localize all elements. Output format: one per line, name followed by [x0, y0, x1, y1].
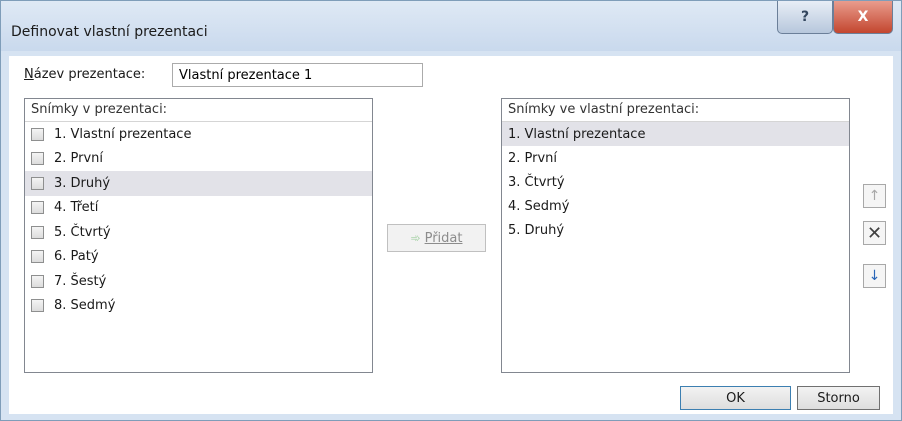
ok-button[interactable]: OK	[680, 386, 791, 410]
list-item[interactable]: 3. Čtvrtý	[502, 170, 849, 194]
slides-in-custom-show-list[interactable]: Snímky ve vlastní prezentaci: 1. Vlastní…	[501, 98, 850, 373]
list-item-label: 2. První	[54, 151, 104, 167]
checkbox[interactable]	[31, 274, 44, 288]
list-item-label: 4. Sedmý	[508, 198, 570, 214]
list-item-label: 5. Druhý	[508, 222, 565, 238]
dialog-title: Definovat vlastní prezentaci	[11, 24, 208, 40]
checkbox[interactable]	[31, 127, 44, 141]
move-up-button[interactable]: ↑	[863, 184, 886, 208]
help-button[interactable]: ?	[777, 1, 833, 34]
remove-button[interactable]: ✕	[863, 221, 886, 245]
list-item[interactable]: 2. První	[25, 147, 372, 172]
list-item-label: 3. Druhý	[54, 175, 111, 191]
list-item[interactable]: 7. Šestý	[25, 269, 372, 294]
list-item[interactable]: 1. Vlastní prezentace	[502, 122, 849, 146]
add-arrow-icon: ➾	[410, 231, 421, 245]
list-item-label: 6. Patý	[54, 249, 99, 265]
add-button-label: Přidat	[424, 230, 463, 246]
list-item[interactable]: 2. První	[502, 146, 849, 170]
list-item[interactable]: 6. Patý	[25, 245, 372, 270]
list-item-label: 7. Šestý	[54, 273, 107, 289]
name-label: Název prezentace:	[24, 67, 146, 82]
list-item-label: 5. Čtvrtý	[54, 224, 111, 240]
list-item-label: 2. První	[508, 150, 558, 166]
checkbox[interactable]	[31, 299, 44, 313]
presentation-name-input[interactable]	[172, 63, 423, 87]
list-item[interactable]: 4. Sedmý	[502, 194, 849, 218]
arrow-down-icon: ↓	[868, 268, 881, 284]
list-item-label: 8. Sedmý	[54, 298, 116, 314]
list-item-label: 3. Čtvrtý	[508, 174, 565, 190]
list-item[interactable]: 5. Čtvrtý	[25, 220, 372, 245]
dialog-content: Název prezentace: Snímky v prezentaci: 1…	[9, 56, 893, 414]
cancel-button[interactable]: Storno	[797, 386, 880, 410]
list-item[interactable]: 4. Třetí	[25, 196, 372, 221]
title-bar[interactable]: Definovat vlastní prezentaci ? X	[1, 1, 901, 51]
list-item-label: 1. Vlastní prezentace	[508, 126, 646, 142]
dialog-window: Definovat vlastní prezentaci ? X Název p…	[0, 0, 902, 421]
close-icon: ✕	[866, 222, 883, 244]
list-item[interactable]: 8. Sedmý	[25, 294, 372, 319]
slides-in-presentation-list[interactable]: Snímky v prezentaci: 1. Vlastní prezenta…	[24, 98, 373, 373]
list-item-label: 1. Vlastní prezentace	[54, 126, 192, 142]
checkbox[interactable]	[31, 152, 44, 166]
list-item[interactable]: 5. Druhý	[502, 218, 849, 242]
list-item-label: 4. Třetí	[54, 200, 99, 216]
close-button[interactable]: X	[833, 1, 893, 34]
checkbox[interactable]	[31, 250, 44, 264]
list-header: Snímky v prezentaci:	[25, 99, 372, 122]
checkbox[interactable]	[31, 201, 44, 215]
arrow-up-icon: ↑	[868, 188, 881, 204]
list-item[interactable]: 1. Vlastní prezentace	[25, 122, 372, 147]
move-down-button[interactable]: ↓	[863, 264, 886, 288]
checkbox[interactable]	[31, 176, 44, 190]
checkbox[interactable]	[31, 225, 44, 239]
add-button[interactable]: ➾ Přidat	[387, 224, 486, 252]
list-header: Snímky ve vlastní prezentaci:	[502, 99, 849, 122]
list-item[interactable]: 3. Druhý	[25, 171, 372, 196]
